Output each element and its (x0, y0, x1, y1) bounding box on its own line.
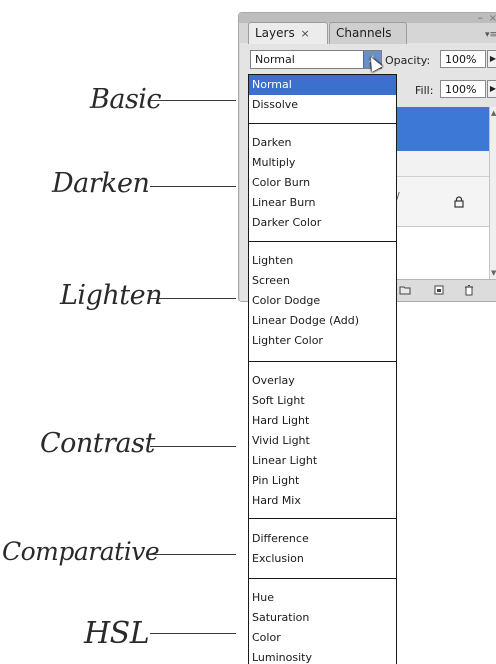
layer-row-selected[interactable] (395, 107, 489, 151)
blend-mode-option[interactable]: Color Burn (249, 173, 396, 193)
leader-line-darken (150, 186, 236, 187)
blend-mode-option[interactable]: Darken (249, 133, 396, 153)
blend-group-lighten: Lighten Screen Color Dodge Linear Dodge … (249, 251, 396, 351)
fill-arrow-icon[interactable]: ▶ (487, 80, 496, 98)
tab-channels-label: Channels (336, 26, 392, 40)
layer-row-background[interactable] (395, 177, 489, 227)
fill-field[interactable]: 100% (440, 80, 486, 98)
blend-mode-option[interactable]: Screen (249, 271, 396, 291)
fill-label: Fill: (415, 84, 434, 97)
annotation-lighten: Lighten (60, 280, 162, 311)
blend-mode-value: Normal (255, 53, 295, 66)
blend-mode-select[interactable]: Normal ▲ (250, 50, 382, 69)
blend-mode-option[interactable]: Hue (249, 588, 396, 608)
blend-group-darken: Darken Multiply Color Burn Linear Burn D… (249, 133, 396, 233)
blend-mode-option[interactable]: Hard Light (249, 411, 396, 431)
panel-close-icon[interactable]: × (489, 13, 496, 24)
leader-line-hsl (150, 633, 236, 634)
annotation-comparative: Comparative (2, 537, 160, 566)
layers-scrollbar[interactable]: ▲ ▼ (489, 107, 496, 279)
scroll-down-icon[interactable]: ▼ (491, 269, 496, 277)
blend-mode-option[interactable]: Lighten (249, 251, 396, 271)
blend-group-basic: Normal Dissolve (249, 75, 396, 115)
minimize-icon[interactable]: – (478, 11, 484, 24)
opacity-label: Opacity: (385, 54, 431, 67)
blend-mode-option[interactable]: Multiply (249, 153, 396, 173)
blend-mode-option[interactable]: Normal (249, 75, 396, 95)
blend-mode-option[interactable]: Darker Color (249, 213, 396, 233)
annotation-hsl: HSL (84, 616, 150, 651)
blend-mode-option[interactable]: Linear Dodge (Add) (249, 311, 396, 331)
blend-group-contrast: Overlay Soft Light Hard Light Vivid Ligh… (249, 371, 396, 511)
separator (249, 123, 396, 124)
blend-mode-option[interactable]: Hard Mix (249, 491, 396, 511)
tab-layers-label: Layers (255, 26, 295, 40)
blend-group-hsl: Hue Saturation Color Luminosity (249, 588, 396, 664)
separator (249, 518, 396, 519)
leader-line-lighten (150, 298, 236, 299)
trash-icon[interactable] (463, 284, 475, 296)
tab-close-icon[interactable]: × (301, 27, 310, 40)
layers-empty-area (395, 227, 489, 279)
opacity-arrow-icon[interactable]: ▶ (487, 50, 496, 68)
blend-mode-option[interactable]: Difference (249, 529, 396, 549)
separator (249, 241, 396, 242)
annotation-darken: Darken (52, 168, 150, 199)
leader-line-basic (150, 100, 236, 101)
blend-mode-option[interactable]: Saturation (249, 608, 396, 628)
blend-mode-option[interactable]: Luminosity (249, 648, 396, 664)
separator (249, 361, 396, 362)
blend-mode-dropdown: Normal Dissolve Darken Multiply Color Bu… (248, 74, 397, 664)
opacity-field[interactable]: 100% (440, 50, 486, 68)
annotation-contrast: Contrast (40, 428, 155, 459)
new-layer-icon[interactable] (433, 284, 445, 296)
separator (249, 578, 396, 579)
new-group-icon[interactable] (399, 284, 411, 296)
layer-row[interactable] (395, 151, 489, 177)
blend-mode-option[interactable]: Pin Light (249, 471, 396, 491)
blend-mode-option[interactable]: Color (249, 628, 396, 648)
leader-line-contrast (150, 446, 236, 447)
blend-mode-option[interactable]: Exclusion (249, 549, 396, 569)
blend-mode-option[interactable]: Lighter Color (249, 331, 396, 351)
panel-footer (395, 279, 496, 301)
blend-mode-option[interactable]: Linear Light (249, 451, 396, 471)
tab-channels[interactable]: Channels (329, 22, 407, 44)
blend-mode-option[interactable]: Overlay (249, 371, 396, 391)
blend-group-comparative: Difference Exclusion (249, 529, 396, 569)
blend-mode-option[interactable]: Vivid Light (249, 431, 396, 451)
blend-mode-option[interactable]: Soft Light (249, 391, 396, 411)
leader-line-comparative (150, 554, 236, 555)
scroll-up-icon[interactable]: ▲ (491, 109, 496, 117)
blend-mode-option[interactable]: Color Dodge (249, 291, 396, 311)
blend-mode-option[interactable]: Linear Burn (249, 193, 396, 213)
panel-menu-icon[interactable]: ▾≡ (485, 30, 496, 40)
lock-icon (454, 196, 464, 208)
blend-mode-option[interactable]: Dissolve (249, 95, 396, 115)
tab-layers[interactable]: Layers × (248, 22, 328, 44)
